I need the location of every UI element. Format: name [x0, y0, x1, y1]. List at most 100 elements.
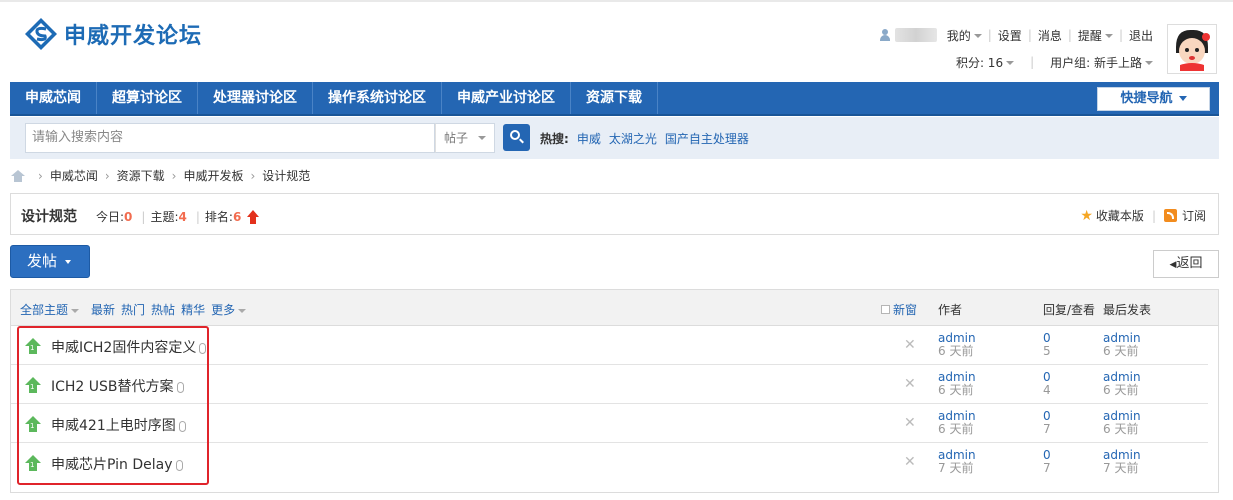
last-post-date[interactable]: 6 天前 [1103, 384, 1141, 397]
new-window-label: 新窗 [893, 303, 918, 317]
thread-author-cell: admin 6 天前 [938, 410, 976, 436]
filter-all[interactable]: 全部主题 [20, 301, 80, 318]
settings-link[interactable]: 设置 [992, 27, 1028, 44]
filter-more[interactable]: 更多 [211, 301, 247, 318]
breadcrumb-item[interactable]: 申威芯闻 [50, 167, 98, 184]
highlight-box [17, 326, 209, 485]
search-button[interactable] [503, 124, 530, 151]
search-bar: 请输入搜索内容 帖子 热搜: 申威 太湖之光 国产自主处理器 [10, 117, 1219, 159]
view-count: 4 [1043, 383, 1051, 397]
hot-link[interactable]: 国产自主处理器 [665, 130, 749, 147]
chevron-down-icon [65, 259, 72, 264]
breadcrumb-item[interactable]: 申威开发板 [183, 167, 243, 184]
close-icon[interactable]: ✕ [904, 337, 916, 353]
chevron-down-icon [1145, 61, 1153, 65]
breadcrumb-separator: › [104, 168, 110, 183]
post-date: 6 天前 [938, 344, 974, 358]
points-label: 积分: 16 [955, 55, 1004, 70]
thread-author-cell: admin 7 天前 [938, 449, 976, 475]
rank-label: 排名: [204, 210, 233, 224]
filter-hot[interactable]: 热门 [121, 301, 145, 318]
user-icon [879, 29, 891, 41]
hot-searches: 热搜: 申威 太湖之光 国产自主处理器 [540, 130, 749, 147]
breadcrumb-separator: › [250, 168, 256, 183]
nav-item-downloads[interactable]: 资源下载 [571, 82, 658, 114]
new-post-label: 发帖 [27, 252, 58, 270]
messages-link[interactable]: 消息 [1032, 27, 1068, 44]
search-icon-handle [519, 138, 524, 144]
site-logo[interactable]: 申威开发论坛 [10, 12, 250, 56]
user-bar: 我的 | 设置 | 消息 | 提醒 | 退出 积分: 16 | 用户组: 新手上… [879, 26, 1159, 71]
search-type-label: 帖子 [444, 131, 469, 145]
nav-item-supercomputing[interactable]: 超算讨论区 [97, 82, 198, 114]
usergroup-label: 用户组: 新手上路 [1050, 55, 1142, 70]
chevron-down-icon [71, 308, 80, 313]
rank-up-icon [247, 209, 260, 224]
avatar[interactable] [1167, 24, 1217, 74]
back-button[interactable]: ◀返回 [1153, 250, 1219, 278]
last-post-date[interactable]: 7 天前 [1103, 462, 1141, 475]
filter-latest[interactable]: 最新 [91, 301, 115, 318]
last-post-date[interactable]: 6 天前 [1103, 423, 1141, 436]
divider: | [141, 209, 146, 224]
thread-stats-cell: 04 [1043, 371, 1051, 397]
quick-nav-button[interactable]: 快捷导航 [1097, 87, 1210, 111]
hot-link[interactable]: 申威 [577, 130, 601, 147]
breadcrumb-separator: › [171, 168, 177, 183]
subscribe-link[interactable]: 订阅 [1182, 207, 1206, 224]
close-icon[interactable]: ✕ [904, 454, 916, 470]
view-count: 7 [1043, 461, 1051, 475]
logout-link[interactable]: 退出 [1123, 27, 1159, 44]
breadcrumb-item[interactable]: 资源下载 [117, 167, 165, 184]
filter-all-label: 全部主题 [20, 303, 69, 317]
search-type-select[interactable]: 帖子 [435, 123, 495, 153]
post-date: 7 天前 [938, 461, 974, 475]
last-post-date[interactable]: 6 天前 [1103, 345, 1141, 358]
chevron-down-icon [1006, 61, 1015, 65]
logo-text: 申威开发论坛 [64, 24, 203, 49]
view-count: 7 [1043, 422, 1051, 436]
chevron-down-icon [478, 136, 486, 140]
new-window-toggle[interactable]: 新窗 [881, 301, 917, 318]
nav-item-os[interactable]: 操作系统讨论区 [313, 82, 442, 114]
new-post-button[interactable]: 发帖 [10, 245, 90, 278]
thread-last-cell: admin 6 天前 [1103, 371, 1141, 397]
username-blurred[interactable] [894, 28, 937, 42]
thread-filters: 全部主题 最新 热门 热帖 精华 更多 [20, 301, 247, 318]
reminders-label: 提醒 [1077, 28, 1102, 43]
close-icon[interactable]: ✕ [904, 415, 916, 431]
thread-list-header: 全部主题 最新 热门 热帖 精华 更多 新窗 作者 回复/查看 最后发表 [11, 290, 1218, 326]
favorite-link[interactable]: 收藏本版 [1096, 207, 1144, 224]
points-menu[interactable]: 积分: 16 [950, 54, 1020, 71]
chevron-down-icon [1178, 96, 1187, 101]
nav-item-processor[interactable]: 处理器讨论区 [198, 82, 313, 114]
filter-more-label: 更多 [211, 303, 236, 317]
reminders-menu[interactable]: 提醒 [1072, 27, 1119, 44]
post-date: 6 天前 [938, 383, 974, 397]
search-input[interactable]: 请输入搜索内容 [25, 123, 435, 153]
filter-digest[interactable]: 精华 [181, 301, 205, 318]
forum-title[interactable]: 设计规范 [21, 206, 77, 226]
thread-stats-cell: 07 [1043, 410, 1051, 436]
divider: | [1151, 208, 1156, 223]
forum-actions: ★ 收藏本版 | 订阅 [1080, 207, 1206, 224]
back-label: 返回 [1176, 256, 1203, 271]
breadcrumb-current[interactable]: 设计规范 [262, 167, 310, 184]
main-nav: 申威芯闻 超算讨论区 处理器讨论区 操作系统讨论区 申威产业讨论区 资源下载 快… [10, 82, 1219, 116]
close-icon[interactable]: ✕ [904, 376, 916, 392]
new-window-checkbox[interactable] [881, 305, 890, 314]
divider: | [195, 209, 200, 224]
quick-nav-label: 快捷导航 [1120, 91, 1173, 106]
rank-value: 6 [232, 209, 242, 224]
thread-last-cell: admin 7 天前 [1103, 449, 1141, 475]
hot-link[interactable]: 太湖之光 [609, 130, 657, 147]
post-date: 6 天前 [938, 422, 974, 436]
home-icon[interactable] [11, 169, 25, 182]
thread-author-cell: admin 6 天前 [938, 371, 976, 397]
my-menu[interactable]: 我的 [941, 27, 988, 44]
thread-stats-cell: 07 [1043, 449, 1051, 475]
usergroup-menu[interactable]: 用户组: 新手上路 [1044, 54, 1159, 71]
nav-item-industry[interactable]: 申威产业讨论区 [442, 82, 571, 114]
nav-item-news[interactable]: 申威芯闻 [10, 82, 97, 114]
filter-hotpost[interactable]: 热帖 [151, 301, 175, 318]
